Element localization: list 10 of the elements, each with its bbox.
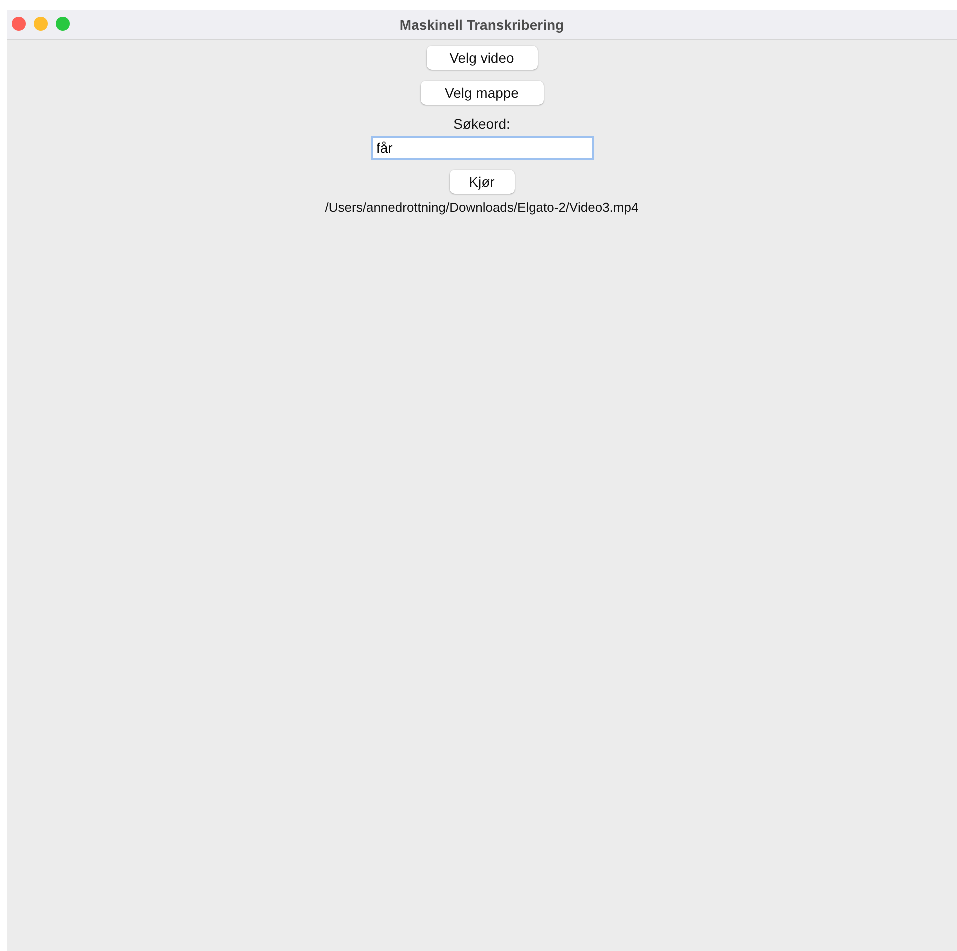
maximize-icon[interactable]: [56, 17, 70, 31]
file-path: /Users/annedrottning/Downloads/Elgato-2/Video3.mp4: [325, 200, 639, 215]
window-title: Maskinell Transkribering: [400, 16, 564, 32]
search-field[interactable]: får: [370, 136, 594, 160]
select-button[interactable]: Velg mappe: [420, 81, 544, 105]
run-button[interactable]: Kjør: [450, 170, 514, 194]
search-label: Søkeord:: [454, 116, 510, 132]
minimize-icon[interactable]: [34, 17, 48, 31]
select-button[interactable]: Velg video: [426, 46, 538, 70]
close-icon[interactable]: [12, 17, 26, 31]
